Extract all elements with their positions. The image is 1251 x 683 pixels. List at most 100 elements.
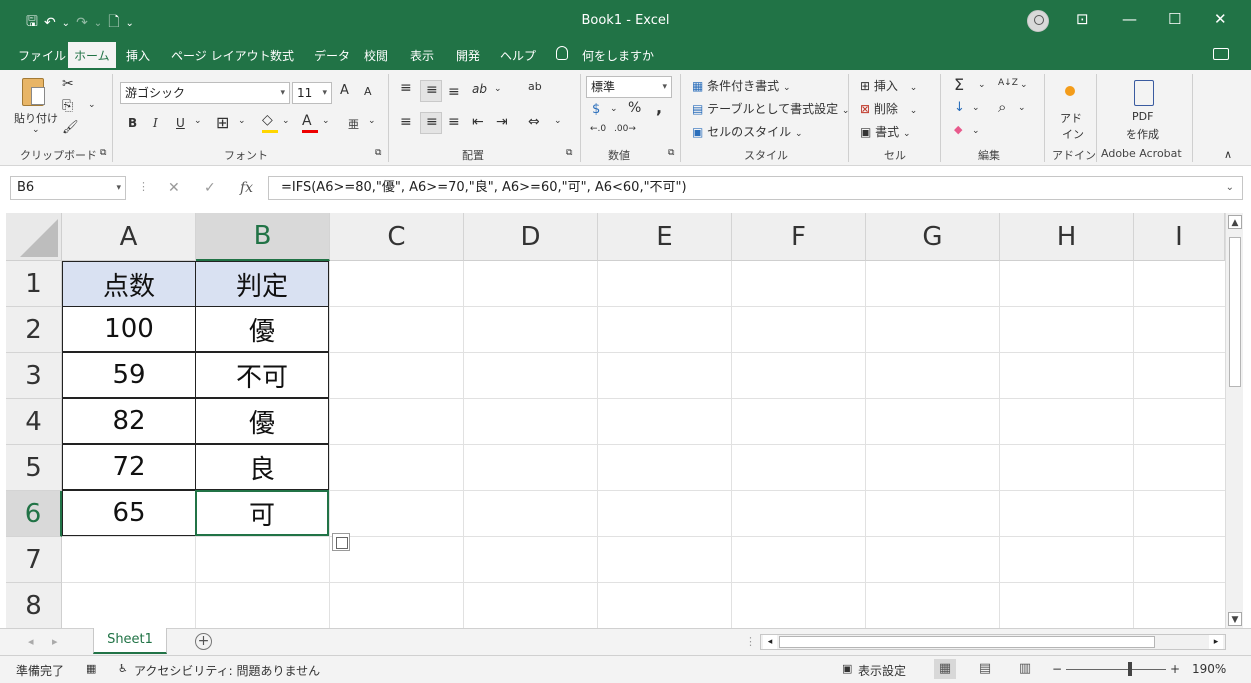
lightbulb-icon[interactable]: [556, 46, 568, 60]
row-header-8[interactable]: 8: [6, 583, 62, 628]
cell-b3[interactable]: 不可: [195, 352, 329, 398]
paste-dropdown-icon[interactable]: ⌄: [32, 125, 40, 135]
orientation-icon[interactable]: ab: [472, 82, 487, 96]
clear-icon[interactable]: ◆: [954, 123, 962, 136]
cell-b4[interactable]: 優: [195, 398, 329, 444]
row-header-5[interactable]: 5: [6, 445, 62, 491]
underline-button[interactable]: U: [176, 116, 185, 130]
tab-file[interactable]: ファイル: [12, 42, 72, 70]
increase-decimal-icon[interactable]: ←.0: [590, 124, 606, 134]
tell-me-search[interactable]: 何をしますか: [576, 42, 660, 70]
borders-dropdown-icon[interactable]: ⌄: [238, 116, 246, 126]
sheet-next-icon[interactable]: ▸: [52, 635, 58, 648]
fill-color-icon[interactable]: ◇: [262, 112, 273, 128]
fill-dropdown-icon[interactable]: ⌄: [972, 103, 980, 113]
cell-b5[interactable]: 良: [195, 444, 329, 490]
number-launcher-icon[interactable]: ⧉: [668, 148, 674, 158]
align-right-icon[interactable]: ≡: [448, 114, 460, 130]
vertical-scroll-thumb[interactable]: [1229, 237, 1241, 387]
scroll-right-icon[interactable]: ▸: [1209, 635, 1223, 649]
tab-developer[interactable]: 開発: [450, 42, 486, 70]
borders-icon[interactable]: ⊞: [216, 113, 229, 132]
format-as-table-button[interactable]: ▤ テーブルとして書式設定 ⌄: [692, 100, 849, 117]
cell-b2[interactable]: 優: [195, 306, 329, 352]
row-header-2[interactable]: 2: [6, 307, 62, 353]
align-bottom-icon[interactable]: ≡: [448, 84, 460, 100]
font-color-dropdown-icon[interactable]: ⌄: [322, 116, 330, 126]
sort-filter-icon[interactable]: A↓Z: [998, 78, 1018, 88]
maximize-button[interactable]: ☐: [1168, 10, 1181, 28]
autosum-dropdown-icon[interactable]: ⌄: [978, 80, 986, 90]
font-family-select[interactable]: 游ゴシック ▾: [120, 82, 290, 104]
copy-icon[interactable]: ⎘: [62, 98, 73, 114]
grow-font-button[interactable]: A: [340, 83, 349, 98]
name-box[interactable]: B6 ▾: [10, 176, 126, 200]
row-header-6[interactable]: 6: [6, 491, 62, 537]
column-header-i[interactable]: I: [1134, 213, 1225, 261]
cell-b6[interactable]: 可: [195, 490, 329, 536]
column-header-h[interactable]: H: [1000, 213, 1134, 261]
formula-input[interactable]: =IFS(A6>=80,"優", A6>=70,"良", A6>=60,"可",…: [268, 176, 1243, 200]
row-header-1[interactable]: 1: [6, 261, 62, 307]
currency-dropdown-icon[interactable]: ⌄: [610, 104, 618, 114]
addins-button[interactable]: アド: [1060, 110, 1082, 126]
sheet-prev-icon[interactable]: ◂: [28, 635, 34, 648]
cell-a6[interactable]: 65: [62, 490, 196, 536]
cell-styles-button[interactable]: ▣ セルのスタイル ⌄: [692, 123, 803, 140]
font-color-icon[interactable]: A: [302, 113, 312, 129]
merge-dropdown-icon[interactable]: ⌄: [554, 116, 562, 126]
phonetic-guide-icon[interactable]: 亜: [348, 116, 359, 132]
display-settings-button[interactable]: 表示設定: [858, 662, 906, 679]
phonetic-dropdown-icon[interactable]: ⌄: [368, 116, 376, 126]
collapse-ribbon-icon[interactable]: ∧: [1224, 148, 1232, 161]
enter-icon[interactable]: ✓: [204, 180, 216, 196]
tab-page-layout[interactable]: ページ レイアウト: [165, 42, 277, 70]
delete-cells-button[interactable]: ⊠ 削除 ⌄: [860, 100, 917, 117]
normal-view-icon[interactable]: ▦: [934, 659, 956, 679]
wrap-text-icon[interactable]: ab: [528, 80, 542, 93]
column-header-g[interactable]: G: [866, 213, 1000, 261]
column-header-a[interactable]: A: [62, 213, 196, 261]
align-top-icon[interactable]: ≡: [400, 80, 412, 96]
currency-format-icon[interactable]: $: [592, 102, 600, 117]
conditional-formatting-button[interactable]: ▦ 条件付き書式 ⌄: [692, 77, 791, 94]
select-all-button[interactable]: [6, 213, 62, 261]
tab-insert[interactable]: 挿入: [120, 42, 156, 70]
row-header-4[interactable]: 4: [6, 399, 62, 445]
clipboard-launcher-icon[interactable]: ⧉: [100, 148, 106, 158]
column-header-e[interactable]: E: [598, 213, 732, 261]
cell-b1[interactable]: 判定: [195, 261, 329, 307]
insert-function-icon[interactable]: fx: [240, 180, 253, 196]
addins-icon[interactable]: [1065, 86, 1075, 96]
paste-button[interactable]: 貼り付け: [14, 110, 58, 126]
find-select-icon[interactable]: ⌕: [998, 98, 1006, 116]
decrease-decimal-icon[interactable]: .00→: [614, 124, 636, 134]
accessibility-status[interactable]: アクセシビリティ: 問題ありません: [134, 662, 320, 679]
tab-data[interactable]: データ: [308, 42, 356, 70]
column-header-b[interactable]: B: [196, 213, 330, 261]
zoom-slider-thumb[interactable]: [1128, 662, 1132, 676]
find-select-dropdown-icon[interactable]: ⌄: [1018, 103, 1026, 113]
horizontal-scroll-thumb[interactable]: [779, 636, 1155, 648]
close-button[interactable]: ✕: [1214, 10, 1227, 28]
vertical-scrollbar[interactable]: ▲ ▼: [1225, 213, 1243, 628]
account-avatar[interactable]: [1027, 10, 1049, 32]
merge-center-icon[interactable]: ⇔: [528, 114, 540, 130]
cell-a3[interactable]: 59: [62, 352, 196, 398]
shrink-font-button[interactable]: A: [364, 85, 372, 98]
create-pdf-button[interactable]: PDF: [1132, 110, 1153, 123]
orientation-dropdown-icon[interactable]: ⌄: [494, 84, 502, 94]
align-middle-button[interactable]: ≡: [420, 80, 442, 102]
align-left-icon[interactable]: ≡: [400, 114, 412, 130]
italic-button[interactable]: I: [153, 116, 158, 130]
font-size-select[interactable]: 11 ▾: [292, 82, 332, 104]
underline-dropdown-icon[interactable]: ⌄: [194, 116, 202, 126]
zoom-in-button[interactable]: +: [1170, 662, 1180, 676]
macro-record-icon[interactable]: ▦: [86, 662, 96, 675]
increase-indent-icon[interactable]: ⇥: [496, 114, 508, 130]
column-header-c[interactable]: C: [330, 213, 464, 261]
fill-color-dropdown-icon[interactable]: ⌄: [282, 116, 290, 126]
column-header-d[interactable]: D: [464, 213, 598, 261]
scroll-down-icon[interactable]: ▼: [1228, 612, 1242, 626]
column-header-f[interactable]: F: [732, 213, 866, 261]
